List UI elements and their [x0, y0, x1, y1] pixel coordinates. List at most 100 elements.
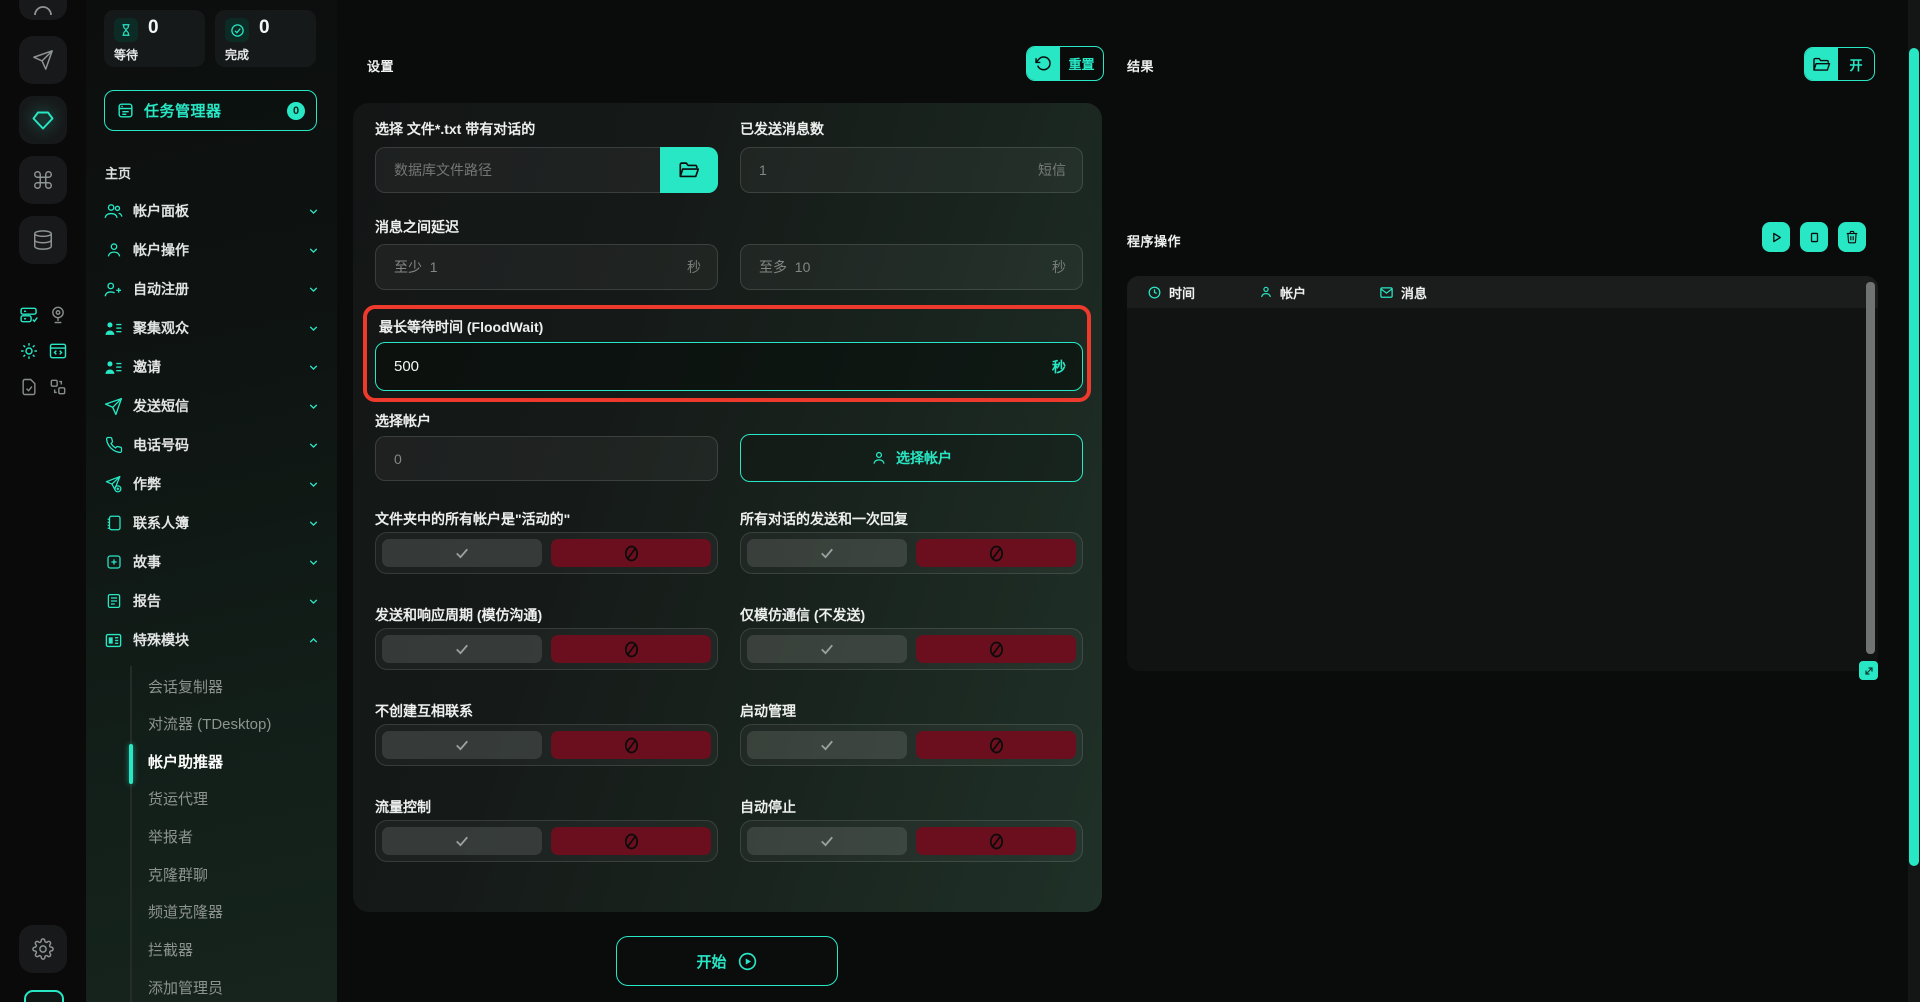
database-nav-button[interactable] [19, 216, 67, 264]
sidebar-item-auto-register[interactable]: 自动注册 [104, 270, 320, 308]
accounts-count-input[interactable] [376, 437, 717, 480]
toggle-no-segment[interactable] [916, 539, 1076, 567]
submenu-item-interceptor[interactable]: 拦截器 [148, 932, 193, 966]
mail-icon [1379, 285, 1394, 300]
toggle-no-segment[interactable] [551, 539, 711, 567]
toggle-yes-segment[interactable] [382, 827, 542, 855]
reset-button[interactable]: 重置 [1026, 46, 1104, 81]
submenu-item-account-booster[interactable]: 帐户助推器 [148, 744, 223, 778]
browse-file-button[interactable] [660, 147, 718, 193]
logo-button[interactable] [19, 0, 67, 20]
toggle-no-segment[interactable] [916, 731, 1076, 759]
clear-log-button[interactable] [1838, 222, 1866, 252]
file-path-field [375, 147, 718, 193]
open-results-button[interactable]: 开 [1804, 47, 1875, 81]
sidebar-item-stories[interactable]: 故事 [104, 543, 320, 581]
toggle-yes-segment[interactable] [382, 731, 542, 759]
sidebar-item-contacts-book[interactable]: 联系人簿 [104, 504, 320, 542]
run-button[interactable] [1762, 222, 1790, 252]
accounts-count-field [375, 436, 718, 481]
toggle-simulate-only [740, 628, 1083, 670]
user-list-icon [104, 319, 123, 338]
submenu-item-session-copier[interactable]: 会话复制器 [148, 669, 223, 703]
toggle-yes-segment[interactable] [382, 539, 542, 567]
delay-max-input[interactable] [741, 245, 1082, 289]
toggle-label-7: 自动停止 [740, 797, 796, 817]
start-button[interactable]: 开始 [616, 936, 838, 986]
toggle-no-segment[interactable] [551, 731, 711, 759]
toggle-accounts-active [375, 532, 718, 574]
document-check-icon[interactable] [18, 376, 40, 398]
sidebar-item-invite[interactable]: 邀请 [104, 348, 320, 386]
toggle-yes-segment[interactable] [747, 731, 907, 759]
submenu-item-channel-cloner[interactable]: 频道克隆器 [148, 894, 223, 928]
sidebar-item-special-modules[interactable]: 特殊模块 [104, 621, 320, 659]
database-icon [32, 229, 54, 251]
sidebar-item-home[interactable]: 主页 [105, 163, 131, 182]
diamond-nav-button[interactable] [19, 96, 67, 144]
done-label: 完成 [225, 46, 249, 63]
hourglass-icon [114, 18, 138, 42]
table-resize-handle[interactable] [1859, 661, 1878, 680]
sidebar-item-send-sms[interactable]: 发送短信 [104, 387, 320, 425]
clock-icon [1147, 285, 1162, 300]
user-icon [104, 241, 123, 259]
server-check-icon[interactable] [18, 304, 40, 326]
submenu-item-freight-agent[interactable]: 货运代理 [148, 781, 208, 815]
submenu-item-convector-tdesktop[interactable]: 对流器 (TDesktop) [148, 706, 271, 740]
sidebar-item-account-panel[interactable]: 帐户面板 [104, 192, 320, 230]
delay-min-input[interactable] [376, 245, 717, 289]
chevron-down-icon [307, 439, 320, 452]
submenu-item-reporter[interactable]: 举报者 [148, 819, 193, 853]
toggle-yes-segment[interactable] [382, 635, 542, 663]
paper-plane-icon [32, 49, 54, 71]
toggle-yes-segment[interactable] [747, 827, 907, 855]
sidebar-item-cheat[interactable]: 作弊 [104, 465, 320, 503]
toggle-no-segment[interactable] [916, 827, 1076, 855]
toggle-startup-management [740, 724, 1083, 766]
file-field-label: 选择 文件*.txt 带有对话的 [375, 119, 535, 139]
task-manager-label: 任务管理器 [144, 100, 287, 121]
sidebar-item-phone-numbers[interactable]: 电话号码 [104, 426, 320, 464]
send-nav-button[interactable] [19, 36, 67, 84]
newspaper-icon [104, 631, 123, 650]
folder-icon [678, 159, 700, 181]
toggle-label-2: 发送和响应周期 (模仿沟通) [375, 605, 542, 625]
toggle-no-segment[interactable] [551, 827, 711, 855]
sidebar-item-reports[interactable]: 报告 [104, 582, 320, 620]
logo-arc-icon [33, 3, 53, 15]
delay-label: 消息之间延迟 [375, 217, 459, 237]
sidebar-item-gather-audience[interactable]: 聚集观众 [104, 309, 320, 347]
gear-bot-icon[interactable] [18, 340, 40, 362]
chevron-up-icon [307, 634, 320, 647]
stop-button[interactable] [1800, 222, 1828, 252]
swap-icon[interactable] [47, 376, 69, 398]
play-circle-icon [737, 951, 758, 972]
task-manager-button[interactable]: 任务管理器 0 [104, 90, 317, 131]
page-scrollbar-thumb[interactable] [1909, 48, 1919, 866]
toggle-no-segment[interactable] [916, 635, 1076, 663]
code-window-icon[interactable] [47, 340, 69, 362]
settings-gear-button[interactable] [19, 925, 67, 973]
user-plus-icon [104, 280, 123, 299]
webcam-icon[interactable] [47, 304, 69, 326]
table-scrollbar-thumb[interactable] [1866, 282, 1875, 654]
stop-icon [1808, 231, 1821, 244]
toggle-no-segment[interactable] [551, 635, 711, 663]
submenu-active-bar [129, 744, 133, 784]
toggle-yes-segment[interactable] [747, 539, 907, 567]
submenu-item-add-admin[interactable]: 添加管理员 [148, 970, 223, 1002]
report-icon [104, 592, 123, 610]
partial-bottom-button[interactable] [24, 990, 64, 1002]
settings-card [353, 103, 1102, 912]
sent-count-input[interactable] [741, 148, 1082, 192]
sent-count-suffix: 短信 [1038, 160, 1066, 180]
contacts-book-icon [104, 514, 123, 532]
submenu-item-clone-group[interactable]: 克隆群聊 [148, 857, 208, 891]
sidebar-item-account-actions[interactable]: 帐户操作 [104, 231, 320, 269]
floodwait-input[interactable] [376, 343, 1082, 390]
command-nav-button[interactable] [19, 156, 67, 204]
select-accounts-button[interactable]: 选择帐户 [740, 434, 1083, 482]
toggle-label-4: 不创建互相联系 [375, 701, 473, 721]
toggle-yes-segment[interactable] [747, 635, 907, 663]
